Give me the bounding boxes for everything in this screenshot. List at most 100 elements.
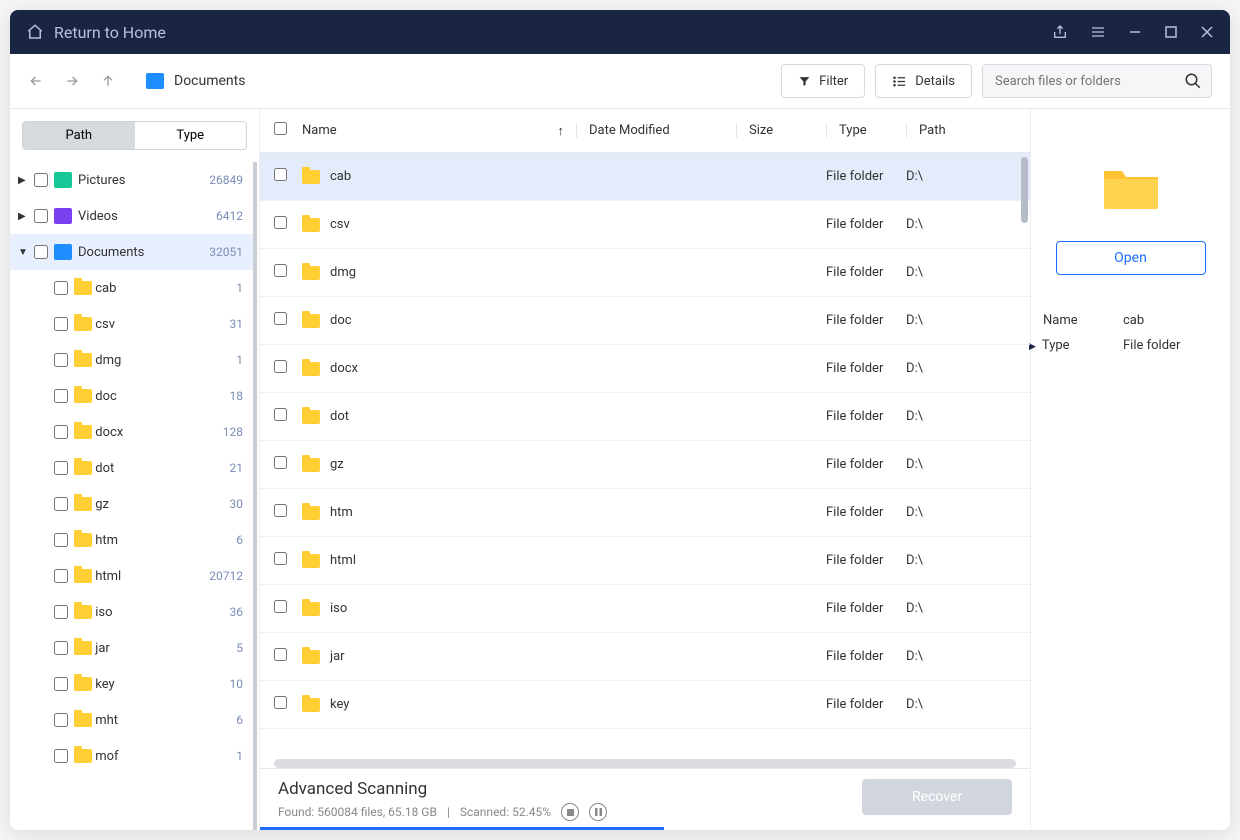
sidebar-item-jar[interactable]: jar 5 bbox=[10, 630, 253, 666]
row-path: D:\ bbox=[906, 505, 1016, 520]
row-checkbox[interactable] bbox=[274, 312, 287, 325]
sidebar-item-mht[interactable]: mht 6 bbox=[10, 702, 253, 738]
sidebar-item-html[interactable]: html 20712 bbox=[10, 558, 253, 594]
row-checkbox[interactable] bbox=[274, 648, 287, 661]
app-window: Return to Home Documents Filter bbox=[10, 10, 1230, 830]
meta-type-row[interactable]: Type File folder bbox=[1043, 338, 1218, 353]
row-checkbox[interactable] bbox=[274, 600, 287, 613]
nav-forward-button[interactable] bbox=[64, 73, 80, 89]
recover-button[interactable]: Recover bbox=[862, 779, 1012, 815]
sidebar-checkbox[interactable] bbox=[54, 281, 68, 295]
nav-back-button[interactable] bbox=[28, 73, 44, 89]
folder-icon bbox=[302, 362, 320, 376]
return-home-button[interactable]: Return to Home bbox=[26, 23, 166, 42]
sidebar-checkbox[interactable] bbox=[34, 173, 48, 187]
maximize-button[interactable] bbox=[1164, 25, 1178, 39]
row-checkbox[interactable] bbox=[274, 360, 287, 373]
col-date[interactable]: Date Modified bbox=[576, 123, 736, 138]
sidebar-checkbox[interactable] bbox=[54, 461, 68, 475]
share-icon[interactable] bbox=[1052, 24, 1068, 40]
table-row[interactable]: key File folder D:\ bbox=[260, 681, 1030, 729]
table-row[interactable]: doc File folder D:\ bbox=[260, 297, 1030, 345]
sidebar-item-documents[interactable]: ▼ Documents 32051 bbox=[10, 234, 253, 270]
table-row[interactable]: jar File folder D:\ bbox=[260, 633, 1030, 681]
table-row[interactable]: htm File folder D:\ bbox=[260, 489, 1030, 537]
open-button[interactable]: Open bbox=[1056, 241, 1206, 275]
sidebar-item-docx[interactable]: docx 128 bbox=[10, 414, 253, 450]
horizontal-scrollbar[interactable] bbox=[274, 759, 1016, 768]
row-checkbox[interactable] bbox=[274, 504, 287, 517]
select-all-checkbox[interactable] bbox=[274, 122, 287, 135]
sidebar-checkbox[interactable] bbox=[54, 425, 68, 439]
sidebar-checkbox[interactable] bbox=[34, 245, 48, 259]
filter-icon bbox=[798, 75, 811, 88]
sidebar-checkbox[interactable] bbox=[54, 713, 68, 727]
sidebar-tree[interactable]: ▶ Pictures 26849▶ Videos 6412▼ Documents… bbox=[10, 162, 257, 830]
table-row[interactable]: html File folder D:\ bbox=[260, 537, 1030, 585]
sidebar-checkbox[interactable] bbox=[34, 209, 48, 223]
row-checkbox[interactable] bbox=[274, 408, 287, 421]
row-checkbox[interactable] bbox=[274, 552, 287, 565]
sidebar-item-pictures[interactable]: ▶ Pictures 26849 bbox=[10, 162, 253, 198]
sidebar-item-dot[interactable]: dot 21 bbox=[10, 450, 253, 486]
sidebar-checkbox[interactable] bbox=[54, 497, 68, 511]
sidebar-item-count: 26849 bbox=[209, 173, 243, 187]
sidebar-checkbox[interactable] bbox=[54, 353, 68, 367]
sidebar-item-gz[interactable]: gz 30 bbox=[10, 486, 253, 522]
sidebar-item-cab[interactable]: cab 1 bbox=[10, 270, 253, 306]
sidebar-item-mof[interactable]: mof 1 bbox=[10, 738, 253, 774]
seg-path-button[interactable]: Path bbox=[23, 122, 135, 149]
stop-scan-button[interactable] bbox=[561, 803, 579, 821]
sidebar-checkbox[interactable] bbox=[54, 641, 68, 655]
sidebar-checkbox[interactable] bbox=[54, 677, 68, 691]
details-button[interactable]: Details bbox=[875, 64, 972, 98]
table-row[interactable]: iso File folder D:\ bbox=[260, 585, 1030, 633]
col-size[interactable]: Size bbox=[736, 123, 826, 138]
minimize-button[interactable] bbox=[1128, 25, 1142, 39]
sidebar-item-count: 30 bbox=[230, 497, 244, 511]
sidebar-item-iso[interactable]: iso 36 bbox=[10, 594, 253, 630]
seg-type-button[interactable]: Type bbox=[135, 122, 247, 149]
breadcrumb[interactable]: Documents bbox=[146, 73, 245, 89]
table-row[interactable]: dmg File folder D:\ bbox=[260, 249, 1030, 297]
sidebar-checkbox[interactable] bbox=[54, 317, 68, 331]
filter-button[interactable]: Filter bbox=[781, 64, 865, 98]
row-checkbox[interactable] bbox=[274, 168, 287, 181]
nav-up-button[interactable] bbox=[100, 73, 116, 89]
table-row[interactable]: dot File folder D:\ bbox=[260, 393, 1030, 441]
folder-icon bbox=[74, 641, 92, 655]
folder-icon bbox=[74, 749, 92, 763]
folder-icon bbox=[74, 353, 92, 367]
table-row[interactable]: csv File folder D:\ bbox=[260, 201, 1030, 249]
sidebar-item-csv[interactable]: csv 31 bbox=[10, 306, 253, 342]
row-checkbox[interactable] bbox=[274, 456, 287, 469]
row-checkbox[interactable] bbox=[274, 216, 287, 229]
table-row[interactable]: cab File folder D:\ bbox=[260, 153, 1030, 201]
sort-asc-icon[interactable]: ↑ bbox=[558, 123, 565, 139]
row-checkbox[interactable] bbox=[274, 264, 287, 277]
search-icon[interactable] bbox=[1184, 72, 1202, 90]
sidebar-item-key[interactable]: key 10 bbox=[10, 666, 253, 702]
sidebar-checkbox[interactable] bbox=[54, 389, 68, 403]
sidebar-checkbox[interactable] bbox=[54, 569, 68, 583]
sidebar-item-videos[interactable]: ▶ Videos 6412 bbox=[10, 198, 253, 234]
sidebar-item-doc[interactable]: doc 18 bbox=[10, 378, 253, 414]
row-checkbox[interactable] bbox=[274, 696, 287, 709]
sidebar-checkbox[interactable] bbox=[54, 605, 68, 619]
col-type[interactable]: Type bbox=[826, 123, 906, 138]
table-row[interactable]: docx File folder D:\ bbox=[260, 345, 1030, 393]
sidebar-item-htm[interactable]: htm 6 bbox=[10, 522, 253, 558]
menu-icon[interactable] bbox=[1090, 24, 1106, 40]
sidebar-checkbox[interactable] bbox=[54, 533, 68, 547]
close-button[interactable] bbox=[1200, 25, 1214, 39]
col-path[interactable]: Path bbox=[906, 123, 1016, 138]
pause-scan-button[interactable] bbox=[589, 803, 607, 821]
table-body[interactable]: cab File folder D:\ csv File folder D:\ … bbox=[260, 153, 1030, 759]
vertical-scrollbar[interactable] bbox=[1021, 157, 1028, 223]
sidebar-checkbox[interactable] bbox=[54, 749, 68, 763]
col-name[interactable]: Name↑ bbox=[302, 123, 576, 139]
sidebar-item-dmg[interactable]: dmg 1 bbox=[10, 342, 253, 378]
table-row[interactable]: gz File folder D:\ bbox=[260, 441, 1030, 489]
search-input[interactable] bbox=[982, 64, 1212, 98]
row-name: jar bbox=[330, 649, 345, 664]
